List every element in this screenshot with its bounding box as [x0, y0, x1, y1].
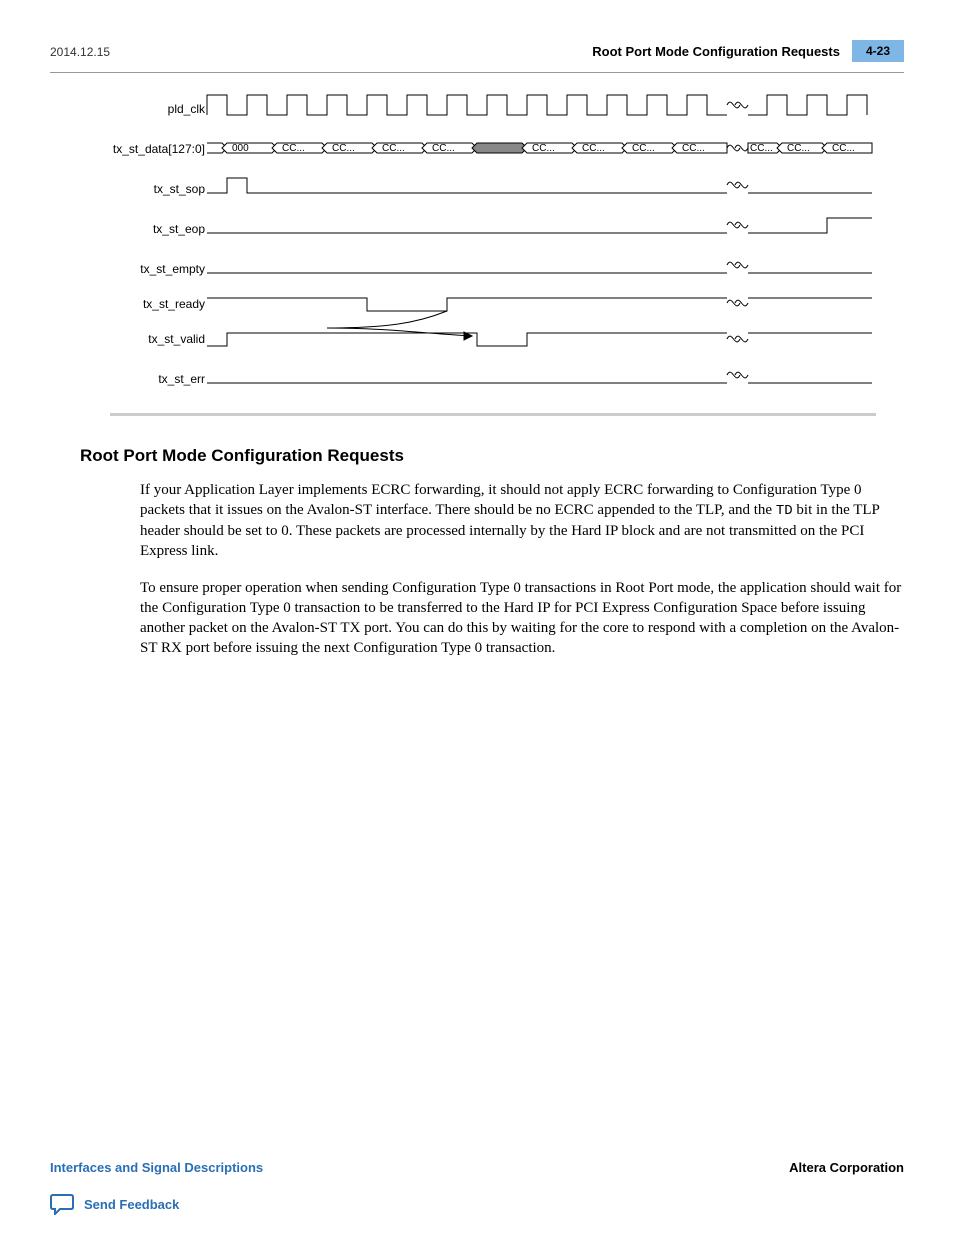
waveform-tx-st-err [207, 372, 872, 383]
signal-label-tx-st-eop: tx_st_eop [153, 222, 205, 236]
page-number-badge: 4-23 [852, 40, 904, 62]
waveform-tx-st-eop [207, 218, 872, 233]
data-val-3: CC... [382, 143, 405, 154]
data-val-5: CC... [532, 143, 555, 154]
data-val-6: CC... [582, 143, 605, 154]
page-container: 2014.12.15 Root Port Mode Configuration … [0, 0, 954, 1235]
section-heading: Root Port Mode Configuration Requests [80, 446, 904, 466]
paragraph-1: If your Application Layer implements ECR… [140, 480, 910, 562]
page-footer: Interfaces and Signal Descriptions Alter… [50, 1160, 904, 1175]
signal-label-tx-st-valid: tx_st_valid [148, 332, 205, 346]
signal-label-tx-st-empty: tx_st_empty [140, 262, 205, 276]
para1-part-a: If your Application Layer implements ECR… [140, 482, 862, 518]
signal-label-tx-st-err: tx_st_err [158, 372, 205, 386]
data-val-7: CC... [632, 143, 655, 154]
signal-label-tx-st-sop: tx_st_sop [154, 182, 206, 196]
paragraph-2: To ensure proper operation when sending … [140, 578, 910, 659]
send-feedback-link[interactable]: Send Feedback [50, 1193, 179, 1215]
diagram-bottom-border [110, 413, 876, 416]
data-val-4: CC... [432, 143, 455, 154]
data-val-2: CC... [332, 143, 355, 154]
footer-chapter-link[interactable]: Interfaces and Signal Descriptions [50, 1160, 263, 1175]
page-header: 2014.12.15 Root Port Mode Configuration … [50, 40, 904, 62]
waveform-tx-st-sop [207, 178, 872, 193]
waveform-pld-clk [207, 95, 867, 115]
ready-to-valid-arrow [327, 311, 472, 340]
footer-company: Altera Corporation [789, 1160, 904, 1175]
header-divider [50, 72, 904, 73]
waveform-tx-st-valid [207, 333, 872, 346]
data-val-8: CC... [682, 143, 705, 154]
comment-icon [50, 1193, 74, 1215]
send-feedback-label: Send Feedback [84, 1197, 179, 1212]
data-val-10: CC... [787, 143, 810, 154]
signal-label-tx-st-data: tx_st_data[127:0] [113, 142, 205, 156]
waveform-tx-st-ready [207, 298, 872, 311]
para1-td-code: TD [776, 503, 793, 519]
header-right: Root Port Mode Configuration Requests 4-… [592, 40, 904, 62]
header-section-title: Root Port Mode Configuration Requests [592, 44, 840, 59]
signal-label-pld-clk: pld_clk [168, 102, 206, 116]
header-date: 2014.12.15 [50, 45, 110, 59]
timing-diagram: pld_clk tx_st_data[127:0] tx_st_sop tx_s… [77, 83, 877, 393]
signal-label-tx-st-ready: tx_st_ready [143, 297, 205, 311]
data-val-1: CC... [282, 143, 305, 154]
data-val-9: CC... [750, 143, 773, 154]
waveform-tx-st-empty [207, 262, 872, 273]
data-val-11: CC... [832, 143, 855, 154]
data-val-0: 000 [232, 143, 249, 154]
